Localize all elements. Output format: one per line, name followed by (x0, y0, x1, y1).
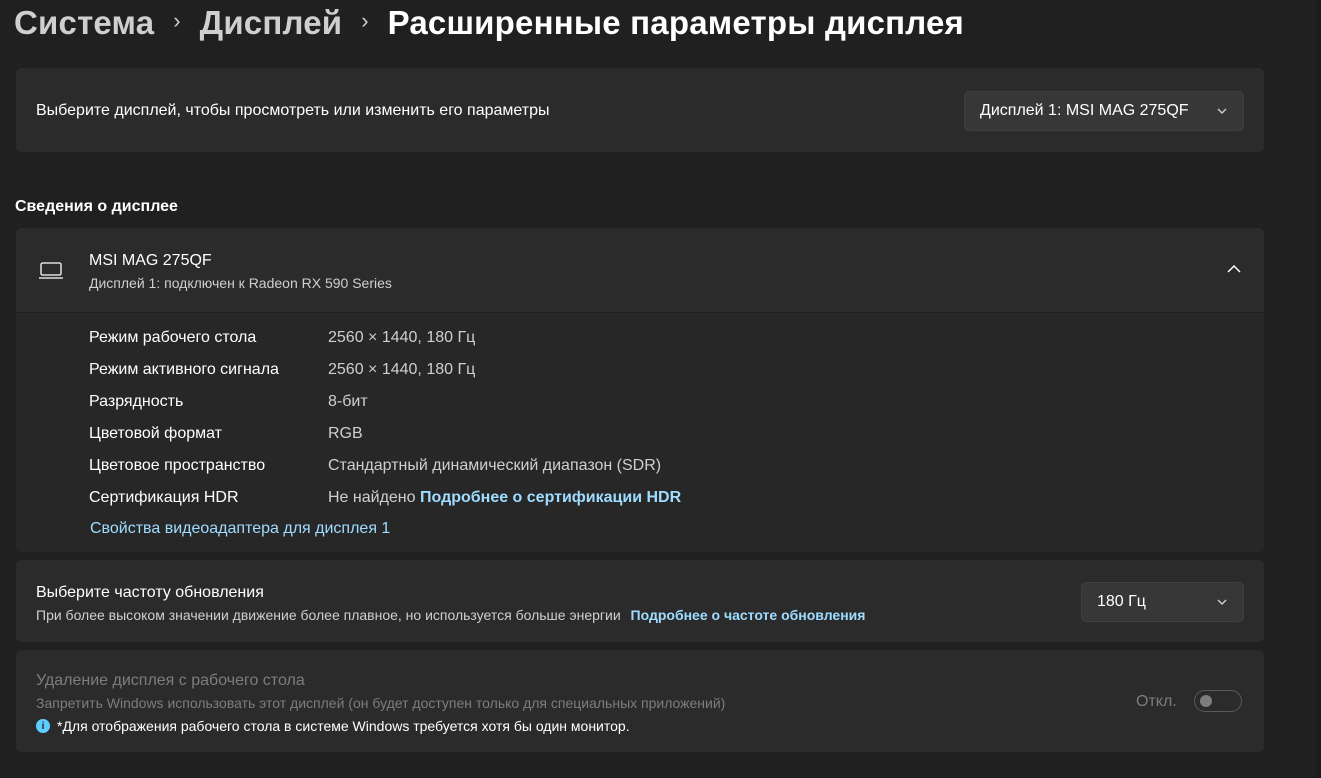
remove-display-note: i *Для отображения рабочего стола в сист… (36, 718, 630, 734)
window-edge (1316, 0, 1321, 778)
toggle-state-label: Откл. (1136, 693, 1177, 710)
hdr-certification-link[interactable]: Подробнее о сертификации HDR (420, 489, 681, 506)
display-info-details: Режим рабочего стола 2560 × 1440, 180 Гц… (16, 313, 1264, 552)
info-value: 2560 × 1440, 180 Гц (328, 361, 476, 378)
advanced-display-settings-page: Система › Дисплей › Расширенные параметр… (0, 0, 1321, 778)
display-select-dropdown[interactable]: Дисплей 1: MSI MAG 275QF (964, 91, 1244, 131)
monitor-name: MSI MAG 275QF (89, 252, 212, 269)
page-title: Расширенные параметры дисплея (387, 4, 964, 41)
breadcrumb-separator-icon: › (173, 8, 181, 33)
refresh-rate-dropdown[interactable]: 180 Гц (1081, 582, 1244, 622)
display-info-section-title: Сведения о дисплее (15, 198, 178, 215)
chevron-down-icon (1217, 599, 1227, 605)
info-key: Сертификация HDR (89, 489, 239, 506)
monitor-icon (39, 262, 63, 279)
display-select-value: Дисплей 1: MSI MAG 275QF (980, 102, 1189, 119)
info-key: Цветовое пространство (89, 457, 266, 474)
info-value: RGB (328, 425, 363, 442)
info-value: 8-бит (328, 393, 368, 410)
info-key: Режим активного сигнала (89, 361, 279, 378)
info-value: 2560 × 1440, 180 Гц (328, 329, 476, 346)
remove-display-description: Запретить Windows использовать этот дисп… (36, 695, 726, 711)
toggle-knob (1200, 695, 1212, 707)
breadcrumb: Система › Дисплей › Расширенные параметр… (14, 0, 964, 46)
remove-display-note-text: *Для отображения рабочего стола в систем… (57, 718, 630, 734)
remove-display-toggle[interactable] (1194, 690, 1242, 712)
breadcrumb-separator-icon: › (361, 8, 369, 33)
info-key: Разрядность (89, 393, 184, 410)
info-value: Стандартный динамический диапазон (SDR) (328, 457, 662, 474)
monitor-subtitle: Дисплей 1: подключен к Radeon RX 590 Ser… (89, 275, 392, 291)
info-value: Не найдено (328, 489, 416, 506)
breadcrumb-item-display[interactable]: Дисплей (200, 4, 343, 42)
refresh-rate-description: При более высоком значении движение боле… (36, 607, 621, 623)
refresh-rate-title: Выберите частоту обновления (36, 584, 264, 601)
chevron-down-icon (1217, 108, 1227, 114)
adapter-properties-link[interactable]: Свойства видеоадаптера для дисплея 1 (90, 520, 390, 538)
select-display-label: Выберите дисплей, чтобы просмотреть или … (36, 102, 550, 119)
select-display-card: Выберите дисплей, чтобы просмотреть или … (16, 68, 1264, 152)
breadcrumb-item-system[interactable]: Система (14, 4, 154, 42)
refresh-rate-card: Выберите частоту обновления При более вы… (16, 560, 1264, 642)
info-value-group: Не найдено Подробнее о сертификации HDR (328, 487, 681, 509)
refresh-rate-learn-more-link[interactable]: Подробнее о частоте обновления (631, 607, 866, 623)
info-key: Режим рабочего стола (89, 329, 257, 346)
chevron-up-icon[interactable] (1226, 263, 1242, 275)
refresh-rate-value: 180 Гц (1097, 593, 1146, 610)
info-key: Цветовой формат (89, 425, 223, 442)
remove-display-card: Удаление дисплея с рабочего стола Запрет… (16, 650, 1264, 752)
remove-display-title: Удаление дисплея с рабочего стола (36, 672, 305, 689)
display-info-header[interactable]: MSI MAG 275QF Дисплей 1: подключен к Rad… (16, 228, 1264, 312)
info-icon: i (36, 719, 50, 733)
refresh-rate-description-group: При более высоком значении движение боле… (36, 607, 865, 623)
